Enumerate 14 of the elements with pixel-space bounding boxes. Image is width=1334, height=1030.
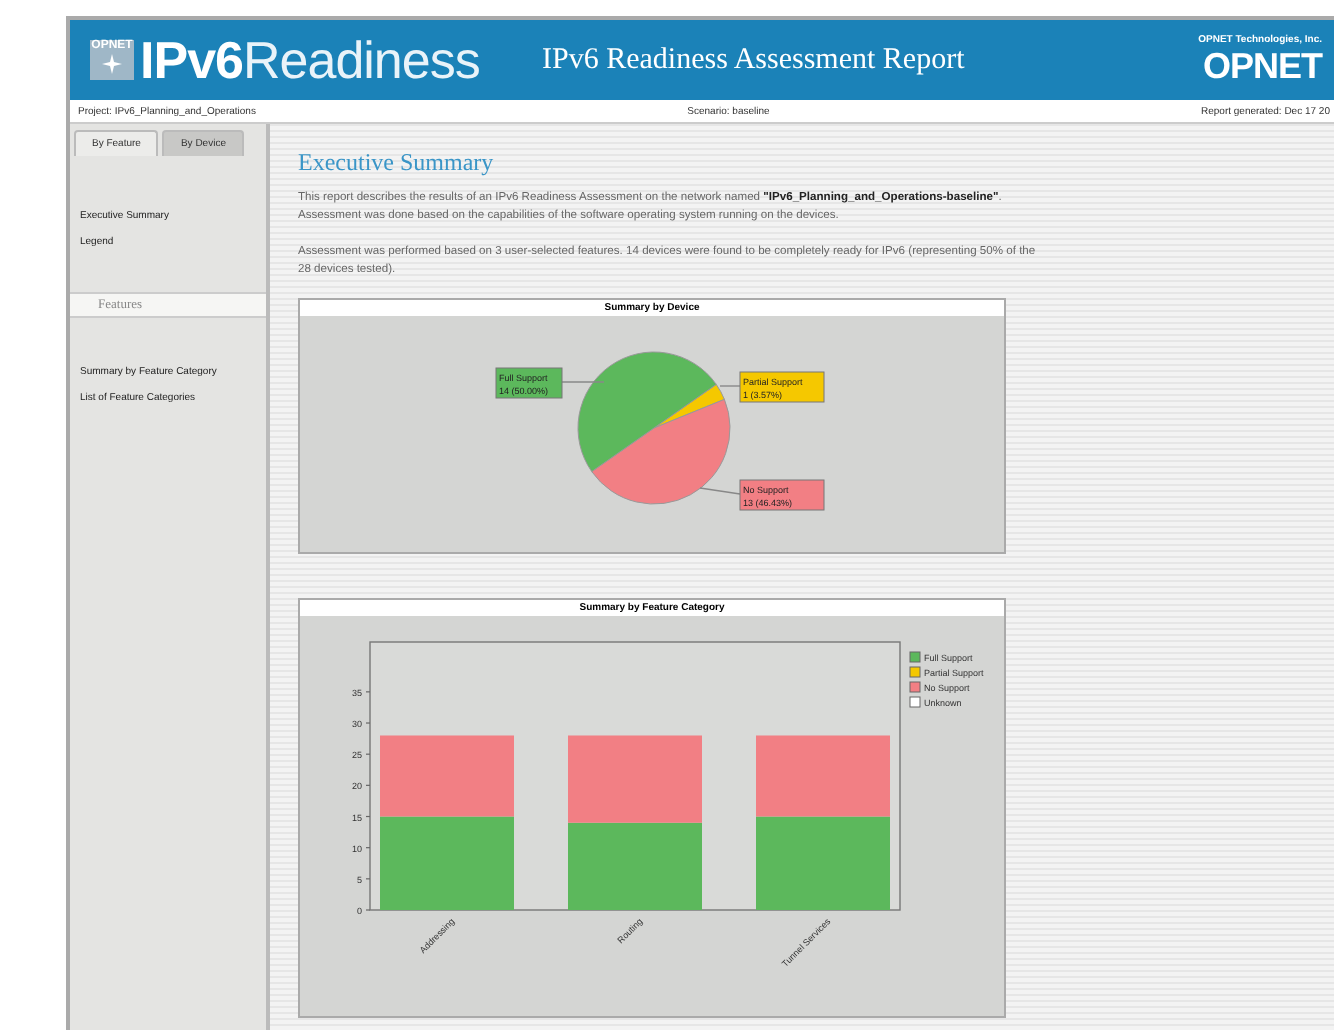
report-title: IPv6 Readiness Assessment Report [542, 43, 967, 77]
bar-segment [756, 816, 890, 910]
leader-line [699, 487, 741, 495]
bar-segment [380, 816, 514, 910]
section-heading: Executive Summary [298, 148, 496, 178]
star-icon [102, 54, 122, 74]
logo-text: IPv6Readiness [140, 29, 480, 91]
brand-logo-text: OPNET [1202, 45, 1322, 87]
bar-segment [568, 735, 702, 823]
leader-line [719, 385, 741, 387]
bar-segment [568, 822, 702, 910]
leader-line [561, 381, 605, 383]
bar-segment [380, 735, 514, 817]
bar-segment [756, 735, 890, 817]
